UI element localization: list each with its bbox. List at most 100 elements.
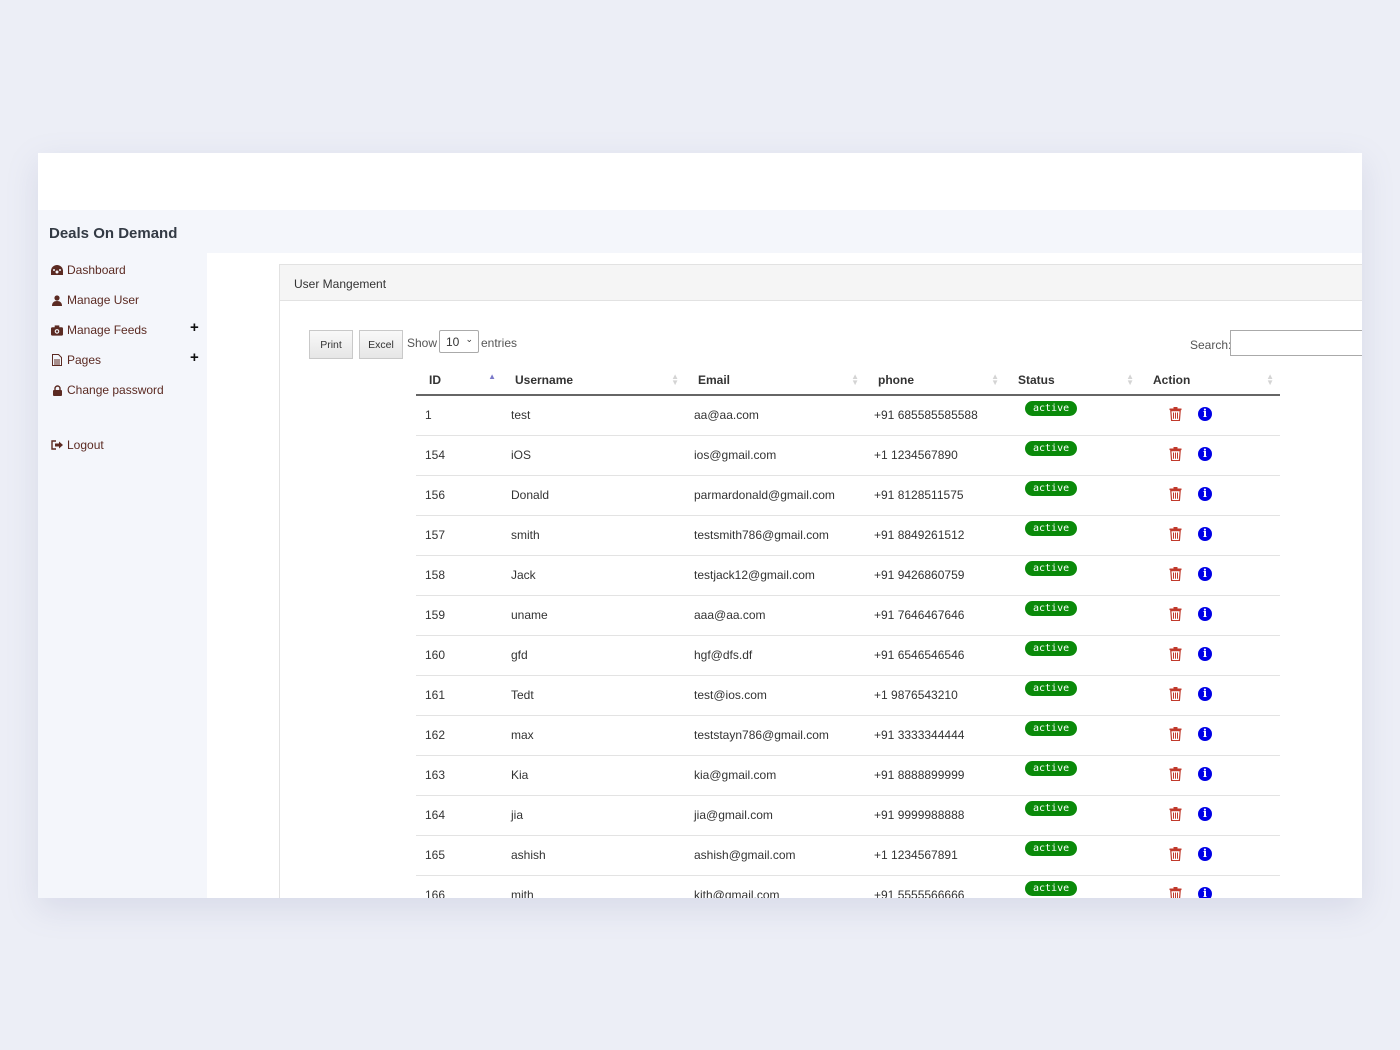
info-icon[interactable]: i <box>1198 406 1212 421</box>
pages-expand-icon[interactable]: + <box>190 349 199 366</box>
info-icon[interactable]: i <box>1198 766 1212 781</box>
column-header-status[interactable]: Status ▲ ▼ <box>1005 365 1140 396</box>
table-row: 1 test aa@aa.com +91 685585585588 active i <box>416 395 1280 436</box>
info-icon[interactable]: i <box>1198 526 1212 541</box>
cell-phone: +91 685585585588 <box>865 395 1005 436</box>
status-badge: active <box>1025 401 1078 417</box>
cell-id: 154 <box>416 435 502 476</box>
cell-action: i <box>1140 675 1280 716</box>
sidebar-item-label: Pages <box>67 353 102 367</box>
info-icon[interactable]: i <box>1198 566 1212 581</box>
search-label: Search: <box>1190 338 1232 352</box>
delete-icon[interactable] <box>1169 846 1182 861</box>
cell-phone: +91 8128511575 <box>865 475 1005 516</box>
cell-email: kia@gmail.com <box>685 755 865 796</box>
status-badge: active <box>1025 481 1078 496</box>
delete-icon[interactable] <box>1169 766 1182 781</box>
cell-phone: +91 8849261512 <box>865 515 1005 556</box>
table-row: 154 iOS ios@gmail.com +1 1234567890 active i <box>416 435 1280 476</box>
status-badge: active <box>1025 801 1078 816</box>
excel-button[interactable]: Excel <box>359 330 403 359</box>
cell-phone: +91 9426860759 <box>865 555 1005 596</box>
info-icon[interactable]: i <box>1198 886 1212 898</box>
cell-action: i <box>1140 875 1280 898</box>
column-header-phone[interactable]: phone ▲ ▼ <box>865 365 1005 396</box>
cell-id: 165 <box>416 835 502 876</box>
chevron-down-icon: ⌄ <box>465 334 473 344</box>
delete-icon[interactable] <box>1169 446 1182 461</box>
sort-icon: ▲ ▼ <box>851 372 859 387</box>
cell-phone: +91 3333344444 <box>865 715 1005 756</box>
table-row: 165 ashish ashish@gmail.com +1 1234567891 ac… <box>416 835 1280 876</box>
sidebar-item-manage-feeds[interactable]: Manage Feeds <box>51 323 147 337</box>
delete-icon[interactable] <box>1169 686 1182 701</box>
cell-action: i <box>1140 555 1280 596</box>
sidebar-item-logout[interactable]: Logout <box>51 438 104 452</box>
cell-username: test <box>502 395 685 436</box>
sidebar-item-label: Change password <box>67 383 164 397</box>
status-badge: active <box>1025 521 1078 536</box>
status-badge: active <box>1025 761 1078 776</box>
column-header-id[interactable]: ID ▲ <box>416 365 502 396</box>
status-badge: active <box>1025 841 1078 856</box>
main-content: User Mangement Print Excel Show 10 ⌄ ent… <box>207 253 1362 898</box>
search-input[interactable] <box>1230 330 1362 356</box>
cell-email: jia@gmail.com <box>685 795 865 836</box>
info-icon[interactable]: i <box>1198 606 1212 621</box>
column-header-email[interactable]: Email ▲ ▼ <box>685 365 865 396</box>
sidebar-item-change-password[interactable]: Change password <box>51 383 164 397</box>
info-icon[interactable]: i <box>1198 806 1212 821</box>
table-row: 166 mith kith@gmail.com +91 5555566666 activ… <box>416 875 1280 898</box>
info-icon[interactable]: i <box>1198 646 1212 661</box>
brand-bar <box>38 210 1362 253</box>
table-row: 158 Jack testjack12@gmail.com +91 942686075… <box>416 555 1280 596</box>
cell-id: 162 <box>416 715 502 756</box>
cell-email: testjack12@gmail.com <box>685 555 865 596</box>
cell-status: active <box>1005 635 1140 676</box>
info-icon[interactable]: i <box>1198 446 1212 461</box>
manage-feeds-expand-icon[interactable]: + <box>190 319 199 336</box>
delete-icon[interactable] <box>1169 806 1182 821</box>
table-row: 160 gfd hgf@dfs.df +91 6546546546 active i <box>416 635 1280 676</box>
cell-status: active <box>1005 595 1140 636</box>
cell-action: i <box>1140 835 1280 876</box>
info-icon[interactable]: i <box>1198 726 1212 741</box>
info-icon[interactable]: i <box>1198 846 1212 861</box>
column-header-action[interactable]: Action ▲ ▼ <box>1140 365 1280 396</box>
cell-status: active <box>1005 555 1140 596</box>
delete-icon[interactable] <box>1169 406 1182 421</box>
status-badge: active <box>1025 561 1078 576</box>
cell-action: i <box>1140 715 1280 756</box>
cell-email: parmardonald@gmail.com <box>685 475 865 516</box>
cell-id: 164 <box>416 795 502 836</box>
cell-phone: +91 8888899999 <box>865 755 1005 796</box>
sidebar-item-label: Logout <box>67 438 104 452</box>
entries-select[interactable]: 10 ⌄ <box>439 330 479 353</box>
cell-email: teststayn786@gmail.com <box>685 715 865 756</box>
delete-icon[interactable] <box>1169 486 1182 501</box>
cell-id: 156 <box>416 475 502 516</box>
table-row: 163 Kia kia@gmail.com +91 8888899999 active i <box>416 755 1280 796</box>
delete-icon[interactable] <box>1169 886 1182 899</box>
delete-icon[interactable] <box>1169 606 1182 621</box>
sidebar-item-manage-user[interactable]: Manage User <box>51 293 139 307</box>
info-icon[interactable]: i <box>1198 686 1212 701</box>
delete-icon[interactable] <box>1169 526 1182 541</box>
users-table: ID ▲ Username ▲ ▼ Email ▲ ▼ phone ▲ ▼ Status ▲ ▼ … <box>416 365 1280 898</box>
table-row: 161 Tedt test@ios.com +1 9876543210 active i <box>416 675 1280 716</box>
delete-icon[interactable] <box>1169 726 1182 741</box>
sidebar-item-pages[interactable]: Pages <box>51 353 101 367</box>
print-button[interactable]: Print <box>309 330 353 359</box>
cell-email: ios@gmail.com <box>685 435 865 476</box>
table-row: 157 smith testsmith786@gmail.com +91 884926… <box>416 515 1280 556</box>
status-badge: active <box>1025 721 1078 736</box>
cell-action: i <box>1140 795 1280 836</box>
sidebar-item-dashboard[interactable]: Dashboard <box>51 263 126 277</box>
cell-phone: +91 6546546546 <box>865 635 1005 676</box>
column-header-username[interactable]: Username ▲ ▼ <box>502 365 685 396</box>
info-icon[interactable]: i <box>1198 486 1212 501</box>
delete-icon[interactable] <box>1169 566 1182 581</box>
delete-icon[interactable] <box>1169 646 1182 661</box>
status-badge: active <box>1025 601 1078 616</box>
entries-label: entries <box>481 336 518 350</box>
